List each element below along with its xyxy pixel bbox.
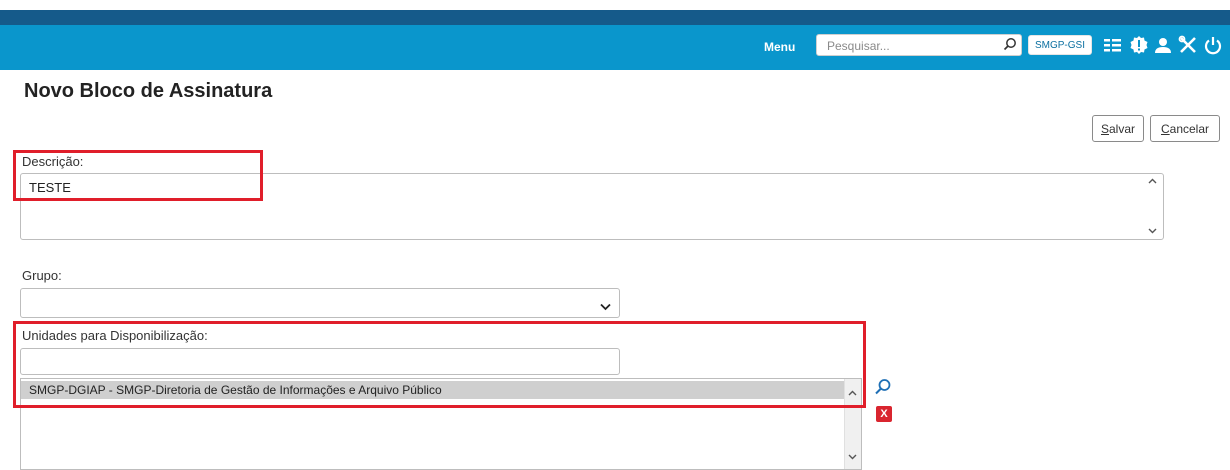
scroll-up-icon[interactable]	[1148, 176, 1157, 186]
menu-button[interactable]: Menu	[764, 40, 795, 54]
grid-list-icon[interactable]	[1103, 34, 1123, 56]
header-strip	[0, 10, 1230, 25]
cancel-button-label: ancelar	[1169, 121, 1210, 136]
save-access-key: S	[1100, 121, 1109, 136]
tools-icon[interactable]	[1178, 34, 1198, 56]
grupo-label: Grupo:	[22, 268, 62, 283]
save-button-label: alvar	[1109, 121, 1136, 136]
cancel-button[interactable]: Cancelar	[1150, 115, 1220, 142]
highlight-descricao	[13, 150, 263, 201]
scroll-down-icon[interactable]	[1148, 226, 1157, 236]
chevron-down-icon	[600, 298, 611, 316]
search-icon[interactable]	[1003, 37, 1017, 56]
search-input[interactable]	[825, 36, 999, 56]
remove-unit-icon[interactable]: X	[876, 406, 892, 422]
cancel-access-key: C	[1160, 121, 1170, 136]
alert-icon[interactable]	[1128, 34, 1148, 56]
page-title: Novo Bloco de Assinatura	[24, 80, 273, 102]
user-icon[interactable]	[1153, 34, 1173, 56]
search-unit-icon[interactable]	[874, 378, 892, 401]
unit-selector-button[interactable]: SMGP-GSI	[1028, 35, 1092, 55]
top-strip	[0, 0, 1230, 10]
search-box[interactable]	[816, 34, 1022, 56]
scroll-down-icon[interactable]	[848, 447, 857, 465]
power-icon[interactable]	[1203, 34, 1223, 56]
grupo-select[interactable]	[20, 288, 620, 318]
save-button[interactable]: Salvar	[1092, 115, 1144, 142]
highlight-unidades	[13, 321, 866, 408]
